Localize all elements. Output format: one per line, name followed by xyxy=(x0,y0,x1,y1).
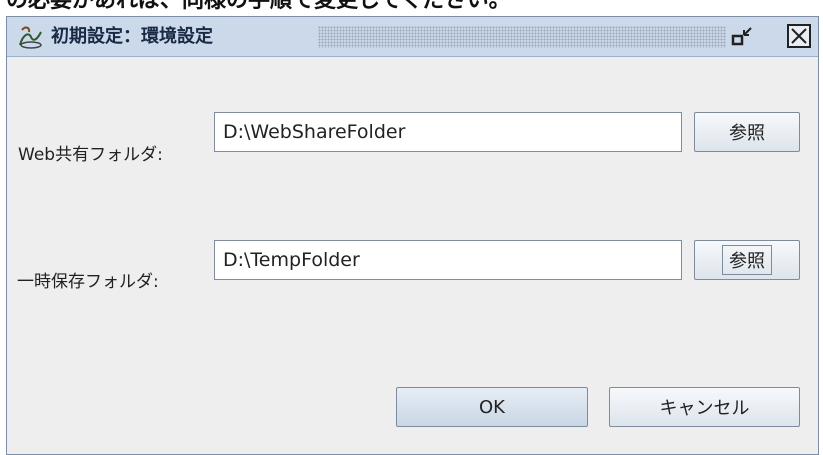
cancel-button[interactable]: キャンセル xyxy=(609,387,800,427)
window-title: 初期設定：環境設定 xyxy=(51,26,213,47)
web-browse-label: 参照 xyxy=(729,123,765,144)
title-bar[interactable]: 初期設定：環境設定 xyxy=(7,17,818,57)
web-browse-button[interactable]: 参照 xyxy=(694,112,800,152)
close-icon[interactable] xyxy=(787,24,811,48)
cancel-label: キャンセル xyxy=(659,398,750,419)
restore-icon[interactable] xyxy=(729,25,755,49)
instruction-text: の必要があれば、同様の手順で変更してください。 xyxy=(6,0,511,13)
ok-button[interactable]: OK xyxy=(396,387,588,427)
app-icon xyxy=(19,26,42,49)
settings-dialog: 初期設定：環境設定 Web共有フォルダ: 参照 一時保存フォルダ: 参照 OK … xyxy=(6,16,819,455)
ok-label: OK xyxy=(479,396,505,418)
title-grip xyxy=(318,26,726,48)
web-folder-label: Web共有フォルダ: xyxy=(18,145,163,165)
temp-browse-button[interactable]: 参照 xyxy=(694,240,800,280)
temp-folder-label: 一時保存フォルダ: xyxy=(17,272,159,292)
temp-browse-label: 参照 xyxy=(722,245,772,275)
temp-folder-input[interactable] xyxy=(214,240,682,280)
web-folder-input[interactable] xyxy=(214,112,682,152)
